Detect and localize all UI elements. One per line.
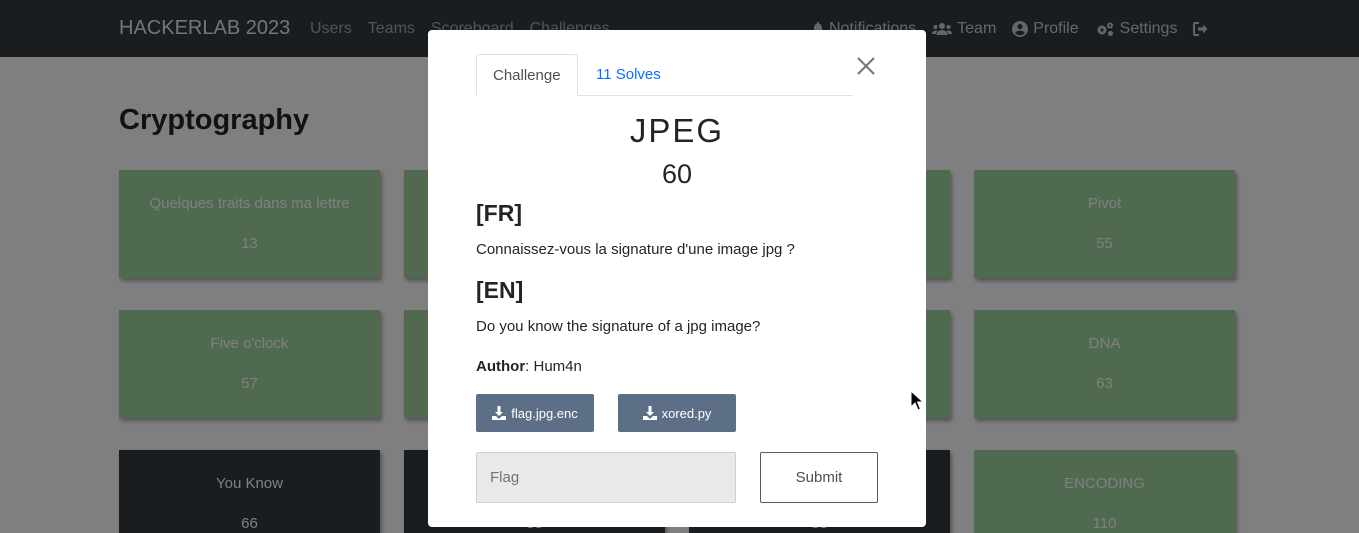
download-icon: [642, 406, 657, 420]
download-file-label: flag.jpg.enc: [511, 405, 578, 421]
description-fr: Connaissez-vous la signature d'une image…: [476, 241, 795, 258]
modal-tabs: Challenge 11 Solves: [476, 54, 853, 96]
description-en: Do you know the signature of a jpg image…: [476, 318, 761, 335]
mouse-pointer-icon: [910, 390, 924, 411]
download-xored-file-button[interactable]: xored.py: [618, 394, 736, 432]
challenge-modal: Challenge 11 Solves JPEG 60 [FR] Connais…: [428, 30, 926, 527]
author-value: : Hum4n: [525, 358, 582, 375]
close-icon[interactable]: [856, 56, 876, 76]
heading-en: [EN]: [476, 277, 524, 303]
submit-button[interactable]: Submit: [760, 452, 878, 503]
heading-fr: [FR]: [476, 200, 522, 226]
author-label: Author: [476, 358, 526, 375]
flag-input[interactable]: Flag: [476, 452, 736, 503]
challenge-value: 60: [661, 159, 693, 189]
download-icon: [492, 406, 507, 420]
challenge-name: JPEG: [629, 112, 725, 149]
author-line: Author: Hum4n: [476, 358, 582, 375]
download-file-label: xored.py: [661, 405, 712, 421]
tab-challenge[interactable]: Challenge: [476, 54, 578, 96]
tab-solves[interactable]: 11 Solves: [580, 54, 677, 96]
download-flag-file-button[interactable]: flag.jpg.enc: [476, 394, 594, 432]
